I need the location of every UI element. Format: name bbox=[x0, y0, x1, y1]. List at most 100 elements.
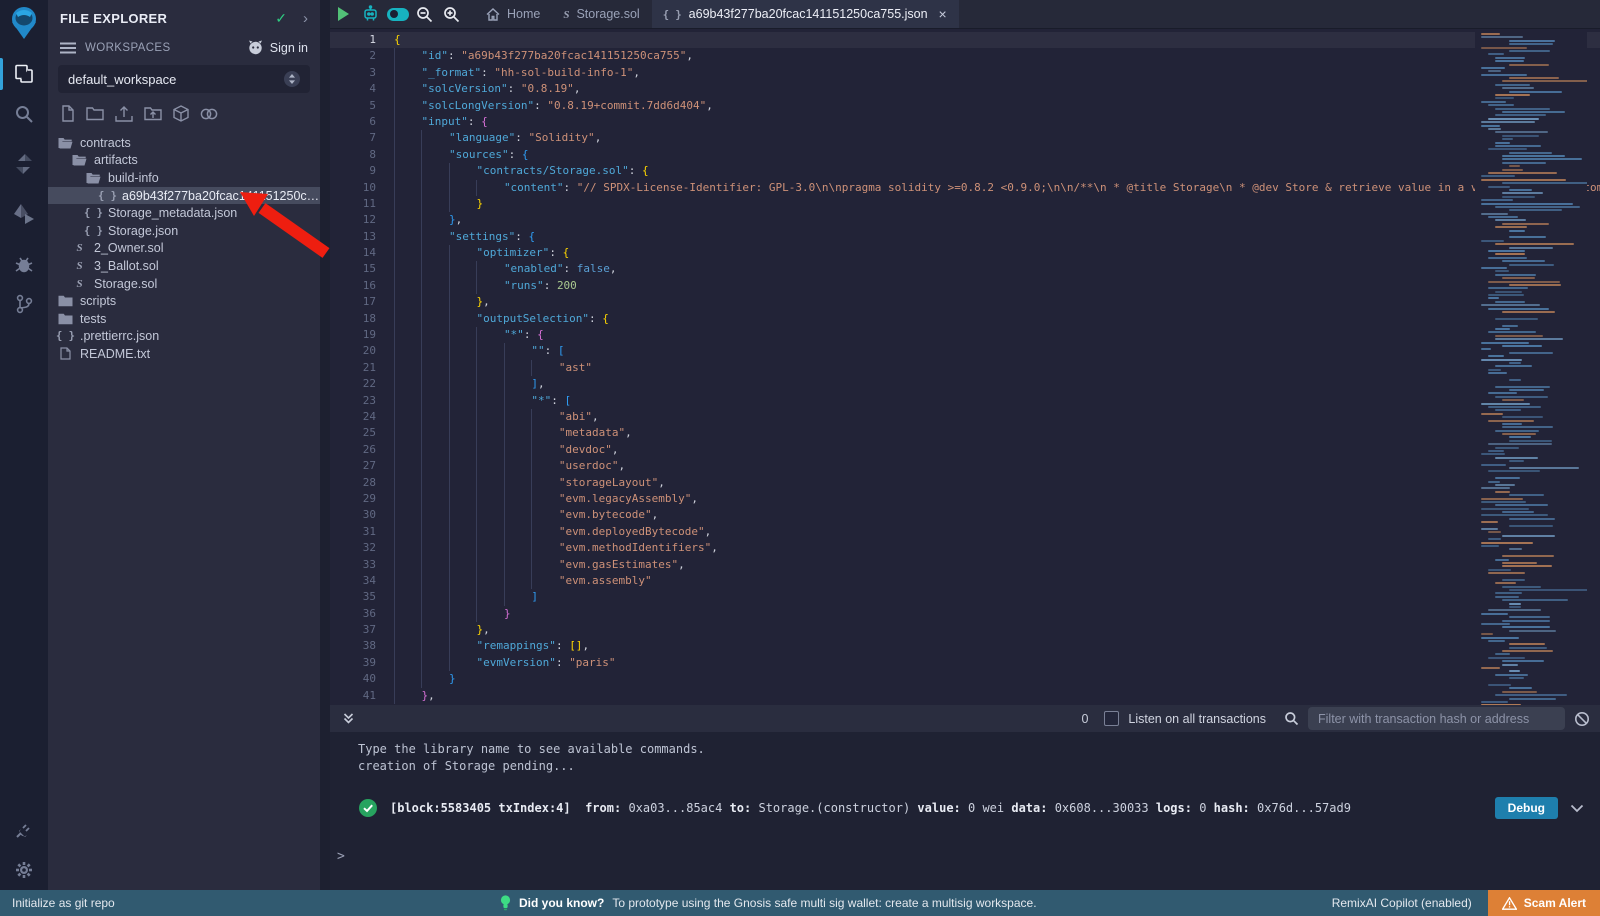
code-line[interactable]: 38"remappings": [], bbox=[330, 638, 1600, 654]
sidebar-item-file-explorer[interactable] bbox=[0, 54, 48, 94]
code-line[interactable]: 9"contracts/Storage.sol": { bbox=[330, 163, 1600, 179]
transaction-log-row[interactable]: [block:5583405 txIndex:4] from: 0xa03...… bbox=[358, 797, 1600, 819]
remix-logo-icon[interactable] bbox=[8, 6, 40, 40]
code-line[interactable]: 24"abi", bbox=[330, 409, 1600, 425]
sidebar-item-settings[interactable] bbox=[0, 850, 48, 890]
code-line[interactable]: 20"": [ bbox=[330, 343, 1600, 359]
code-line[interactable]: 16"runs": 200 bbox=[330, 278, 1600, 294]
code-line[interactable]: 30"evm.bytecode", bbox=[330, 507, 1600, 523]
expand-terminal-icon[interactable] bbox=[342, 712, 355, 725]
upload-file-icon[interactable] bbox=[115, 105, 133, 122]
code-line[interactable]: 21"ast" bbox=[330, 360, 1600, 376]
code-line[interactable]: 41}, bbox=[330, 688, 1600, 704]
code-line[interactable]: 10"content": "// SPDX-License-Identifier… bbox=[330, 180, 1600, 196]
tree-item-scripts[interactable]: scripts bbox=[48, 292, 320, 310]
minimap[interactable] bbox=[1475, 29, 1587, 705]
zoom-in-button[interactable] bbox=[438, 0, 465, 28]
tab-home[interactable]: Home bbox=[475, 0, 552, 28]
sidebar-item-search[interactable] bbox=[0, 94, 48, 134]
new-file-icon[interactable] bbox=[60, 105, 75, 122]
code-line[interactable]: 27"userdoc", bbox=[330, 458, 1600, 474]
tree-item-3-ballot-sol[interactable]: S3_Ballot.sol bbox=[48, 257, 320, 275]
code-line[interactable]: 11} bbox=[330, 196, 1600, 212]
tree-item-contracts[interactable]: contracts bbox=[48, 134, 320, 152]
scam-alert-button[interactable]: Scam Alert bbox=[1488, 890, 1600, 916]
tree-item-tests[interactable]: tests bbox=[48, 310, 320, 328]
code-line[interactable]: 5"solcLongVersion": "0.8.19+commit.7dd6d… bbox=[330, 98, 1600, 114]
code-line[interactable]: 23"*": [ bbox=[330, 393, 1600, 409]
code-line[interactable]: 14"optimizer": { bbox=[330, 245, 1600, 261]
tab-a69b43f277ba20fcac141151250ca755-json[interactable]: { }a69b43f277ba20fcac141151250ca755.json… bbox=[652, 0, 959, 28]
copilot-status[interactable]: RemixAI Copilot (enabled) bbox=[1332, 896, 1472, 910]
close-tab-icon[interactable]: × bbox=[939, 6, 947, 22]
sign-in-button[interactable]: Sign in bbox=[247, 40, 308, 55]
sidebar-item-debugger[interactable] bbox=[0, 244, 48, 284]
tab-storage-sol[interactable]: SStorage.sol bbox=[552, 0, 651, 28]
terminal-prompt[interactable]: > bbox=[337, 849, 1600, 864]
zoom-out-button[interactable] bbox=[411, 0, 438, 28]
code-line[interactable]: 25"metadata", bbox=[330, 425, 1600, 441]
workspace-select[interactable]: default_workspace bbox=[58, 65, 310, 93]
code-line[interactable]: 35] bbox=[330, 589, 1600, 605]
remixai-assistant-button[interactable] bbox=[357, 0, 384, 28]
code-line[interactable]: 31"evm.deployedBytecode", bbox=[330, 524, 1600, 540]
code-line[interactable]: 37}, bbox=[330, 622, 1600, 638]
tree-item-label: Storage_metadata.json bbox=[108, 206, 237, 220]
line-number: 10 bbox=[330, 180, 394, 196]
code-line[interactable]: 6"input": { bbox=[330, 114, 1600, 130]
sidebar-item-solidity-compiler[interactable] bbox=[0, 144, 48, 184]
chevron-right-icon[interactable]: › bbox=[303, 10, 308, 27]
tree-item-build-info[interactable]: build-info bbox=[48, 169, 320, 187]
code-line[interactable]: 36} bbox=[330, 606, 1600, 622]
listen-all-transactions-checkbox[interactable] bbox=[1104, 711, 1119, 726]
code-line[interactable]: 17}, bbox=[330, 294, 1600, 310]
run-script-button[interactable] bbox=[330, 0, 357, 28]
code-line[interactable]: 32"evm.methodIdentifiers", bbox=[330, 540, 1600, 556]
code-line[interactable]: 19"*": { bbox=[330, 327, 1600, 343]
code-line[interactable]: 8"sources": { bbox=[330, 147, 1600, 163]
debug-button[interactable]: Debug bbox=[1495, 797, 1558, 819]
code-area[interactable]: 1{2"id": "a69b43f277ba20fcac141151250ca7… bbox=[330, 29, 1600, 704]
code-line[interactable]: 1{ bbox=[330, 32, 1600, 48]
git-init-status[interactable]: Initialize as git repo bbox=[0, 896, 500, 910]
code-line[interactable]: 22], bbox=[330, 376, 1600, 392]
code-line[interactable]: 28"storageLayout", bbox=[330, 475, 1600, 491]
code-line[interactable]: 13"settings": { bbox=[330, 229, 1600, 245]
clear-console-icon[interactable] bbox=[1574, 711, 1590, 727]
expand-transaction-icon[interactable] bbox=[1570, 804, 1584, 813]
panel-resize-handle[interactable] bbox=[320, 0, 330, 890]
code-line[interactable]: 40} bbox=[330, 671, 1600, 687]
code-line[interactable]: 3"_format": "hh-sol-build-info-1", bbox=[330, 65, 1600, 81]
code-line[interactable]: 34"evm.assembly" bbox=[330, 573, 1600, 589]
new-folder-icon[interactable] bbox=[86, 106, 104, 121]
sidebar-item-git[interactable] bbox=[0, 284, 48, 324]
tree-item-artifacts[interactable]: artifacts bbox=[48, 152, 320, 170]
code-line[interactable]: 15"enabled": false, bbox=[330, 261, 1600, 277]
tree-item-storage-json[interactable]: { }Storage.json bbox=[48, 222, 320, 240]
code-line[interactable]: 2"id": "a69b43f277ba20fcac141151250ca755… bbox=[330, 48, 1600, 64]
tree-item--prettierrc-json[interactable]: { }.prettierrc.json bbox=[48, 328, 320, 346]
terminal-body[interactable]: Type the library name to see available c… bbox=[330, 732, 1600, 864]
tree-item-2-owner-sol[interactable]: S2_Owner.sol bbox=[48, 240, 320, 258]
tree-item-storage-sol[interactable]: SStorage.sol bbox=[48, 275, 320, 293]
line-number: 25 bbox=[330, 425, 394, 441]
code-line[interactable]: 18"outputSelection": { bbox=[330, 311, 1600, 327]
link-icon[interactable] bbox=[200, 107, 218, 121]
hamburger-menu-icon[interactable] bbox=[60, 42, 76, 54]
code-line[interactable]: 39"evmVersion": "paris" bbox=[330, 655, 1600, 671]
sidebar-item-plugin-manager[interactable] bbox=[0, 810, 48, 850]
tree-item-a69b43f277ba20fcac141151250ca7-[interactable]: { }a69b43f277ba20fcac141151250ca7... bbox=[48, 187, 320, 205]
upload-folder-icon[interactable] bbox=[144, 106, 162, 121]
code-line[interactable]: 29"evm.legacyAssembly", bbox=[330, 491, 1600, 507]
transaction-filter-input[interactable] bbox=[1308, 707, 1565, 730]
code-line[interactable]: 4"solcVersion": "0.8.19", bbox=[330, 81, 1600, 97]
copilot-toggle[interactable] bbox=[384, 0, 411, 28]
code-line[interactable]: 7"language": "Solidity", bbox=[330, 130, 1600, 146]
code-line[interactable]: 26"devdoc", bbox=[330, 442, 1600, 458]
code-line[interactable]: 33"evm.gasEstimates", bbox=[330, 557, 1600, 573]
sidebar-item-deploy-and-run[interactable] bbox=[0, 194, 48, 234]
tree-item-storage-metadata-json[interactable]: { }Storage_metadata.json bbox=[48, 204, 320, 222]
code-line[interactable]: 12}, bbox=[330, 212, 1600, 228]
tree-item-readme-txt[interactable]: README.txt bbox=[48, 345, 320, 363]
ipfs-box-icon[interactable] bbox=[173, 105, 189, 122]
